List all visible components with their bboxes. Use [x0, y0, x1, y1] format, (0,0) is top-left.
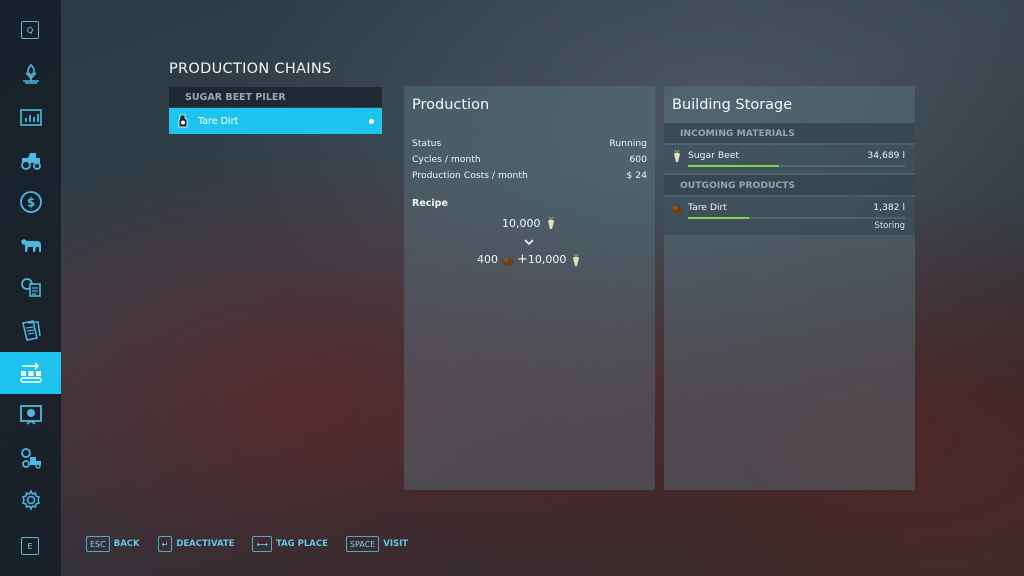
storage-fill-level — [688, 217, 749, 219]
storage-item-name: Tare Dirt — [688, 202, 727, 213]
hint-label: BACK — [113, 539, 140, 549]
storage-item-name: Sugar Beet — [688, 150, 740, 161]
vehicles-icon — [20, 153, 41, 170]
hint-key: ESC — [86, 536, 110, 552]
hint-key: SPACE — [345, 536, 380, 552]
production-panel: Production Status Running Cycles / month… — [404, 86, 655, 490]
production-chains-icon — [19, 362, 42, 383]
recipe-plus: + — [517, 252, 528, 267]
help-icon — [19, 405, 42, 425]
settings-icon — [21, 489, 40, 511]
cycles-row: Cycles / month 600 — [404, 151, 655, 167]
hint-visit[interactable]: SPACE VISIT — [345, 536, 409, 552]
outgoing-header: OUTGOING PRODUCTS — [664, 175, 915, 195]
hint-key: ⟷ — [252, 536, 272, 552]
animals-icon — [20, 239, 41, 252]
storage-item-sugar-beet: Sugar Beet 34,689 l — [664, 145, 915, 173]
storage-item-tare-dirt: Tare Dirt 1,382 l Storing — [664, 197, 915, 235]
recipe-output-beet-amount: 10,000 — [527, 253, 567, 266]
storage-item-amount: 34,689 l — [867, 150, 905, 161]
costs-value: $ 24 — [626, 169, 647, 181]
storage-title: Building Storage — [672, 97, 793, 113]
storage-fill-level — [688, 165, 780, 167]
hint-label: DEACTIVATE — [176, 539, 235, 549]
finances-icon: $ — [19, 191, 42, 213]
sidebar-item-production-chains[interactable] — [0, 352, 61, 394]
sidebar: Q $ E — [0, 0, 61, 576]
cycles-label: Cycles / month — [412, 153, 481, 165]
documents-icon — [21, 320, 41, 341]
recipe-output-dirt-amount: 400 — [477, 253, 498, 266]
recipe-label: Recipe — [412, 198, 448, 209]
hint-tag-place[interactable]: ⟷ TAG PLACE — [252, 536, 328, 552]
storage-item-amount: 1,382 l — [873, 202, 905, 213]
input-hints: ESC BACK ↵ DEACTIVATE ⟷ TAG PLACE SPACE … — [86, 535, 426, 553]
hint-deactivate[interactable]: ↵ DEACTIVATE — [157, 536, 235, 552]
chain-item-label: Tare Dirt — [198, 115, 239, 127]
sidebar-item-settings[interactable] — [0, 479, 61, 521]
crops-icon — [22, 63, 39, 84]
status-row: Status Running — [404, 135, 655, 151]
tare-dirt-icon — [502, 257, 514, 266]
prev-page-key[interactable]: Q — [21, 21, 39, 39]
sidebar-item-crops[interactable] — [0, 53, 61, 95]
tare-dirt-production-icon — [178, 114, 188, 128]
chain-item-tare-dirt[interactable]: Tare Dirt — [169, 108, 382, 134]
production-title: Production — [412, 97, 490, 113]
recipe-output: 400 + 10,000 — [477, 252, 583, 267]
incoming-header: INCOMING MATERIALS — [664, 123, 915, 143]
hint-label: TAG PLACE — [275, 539, 328, 549]
next-page-key[interactable]: E — [21, 537, 39, 555]
sidebar-item-contracts[interactable] — [0, 266, 61, 308]
tare-dirt-icon — [671, 206, 683, 214]
hint-label: VISIT — [383, 539, 409, 549]
garage-icon — [20, 448, 41, 469]
sidebar-item-finances[interactable]: $ — [0, 181, 61, 223]
sugar-beet-icon — [547, 216, 554, 229]
sugar-beet-icon — [573, 253, 580, 266]
cycles-value: 600 — [629, 153, 647, 165]
storage-fill-bar — [688, 165, 905, 167]
selected-indicator — [369, 118, 374, 124]
recipe-arrow-icon — [523, 232, 535, 251]
storage-fill-bar — [688, 217, 905, 219]
status-label: Status — [412, 137, 442, 149]
sidebar-item-help[interactable] — [0, 394, 61, 436]
hint-back[interactable]: ESC BACK — [86, 536, 140, 552]
hint-key: ↵ — [157, 536, 173, 552]
sidebar-item-documents[interactable] — [0, 309, 61, 351]
sidebar-item-statistics[interactable] — [0, 97, 61, 139]
costs-row: Production Costs / month $ 24 — [404, 167, 655, 183]
sidebar-item-animals[interactable] — [0, 224, 61, 266]
recipe-input-amount: 10,000 — [502, 216, 541, 230]
sidebar-item-vehicles[interactable] — [0, 139, 61, 181]
page-title: PRODUCTION CHAINS — [169, 61, 332, 77]
sugar-beet-icon — [674, 149, 680, 162]
storage-item-status: Storing — [874, 221, 905, 231]
chain-group-header: SUGAR BEET PILER — [169, 87, 382, 107]
sidebar-item-garage[interactable] — [0, 437, 61, 479]
storage-panel: Building Storage INCOMING MATERIALS Suga… — [664, 86, 915, 490]
recipe-input: 10,000 — [502, 216, 558, 230]
svg-text:$: $ — [26, 196, 34, 210]
status-value: Running — [609, 137, 647, 149]
contracts-icon — [20, 278, 41, 297]
statistics-icon — [19, 109, 42, 126]
costs-label: Production Costs / month — [412, 169, 528, 181]
